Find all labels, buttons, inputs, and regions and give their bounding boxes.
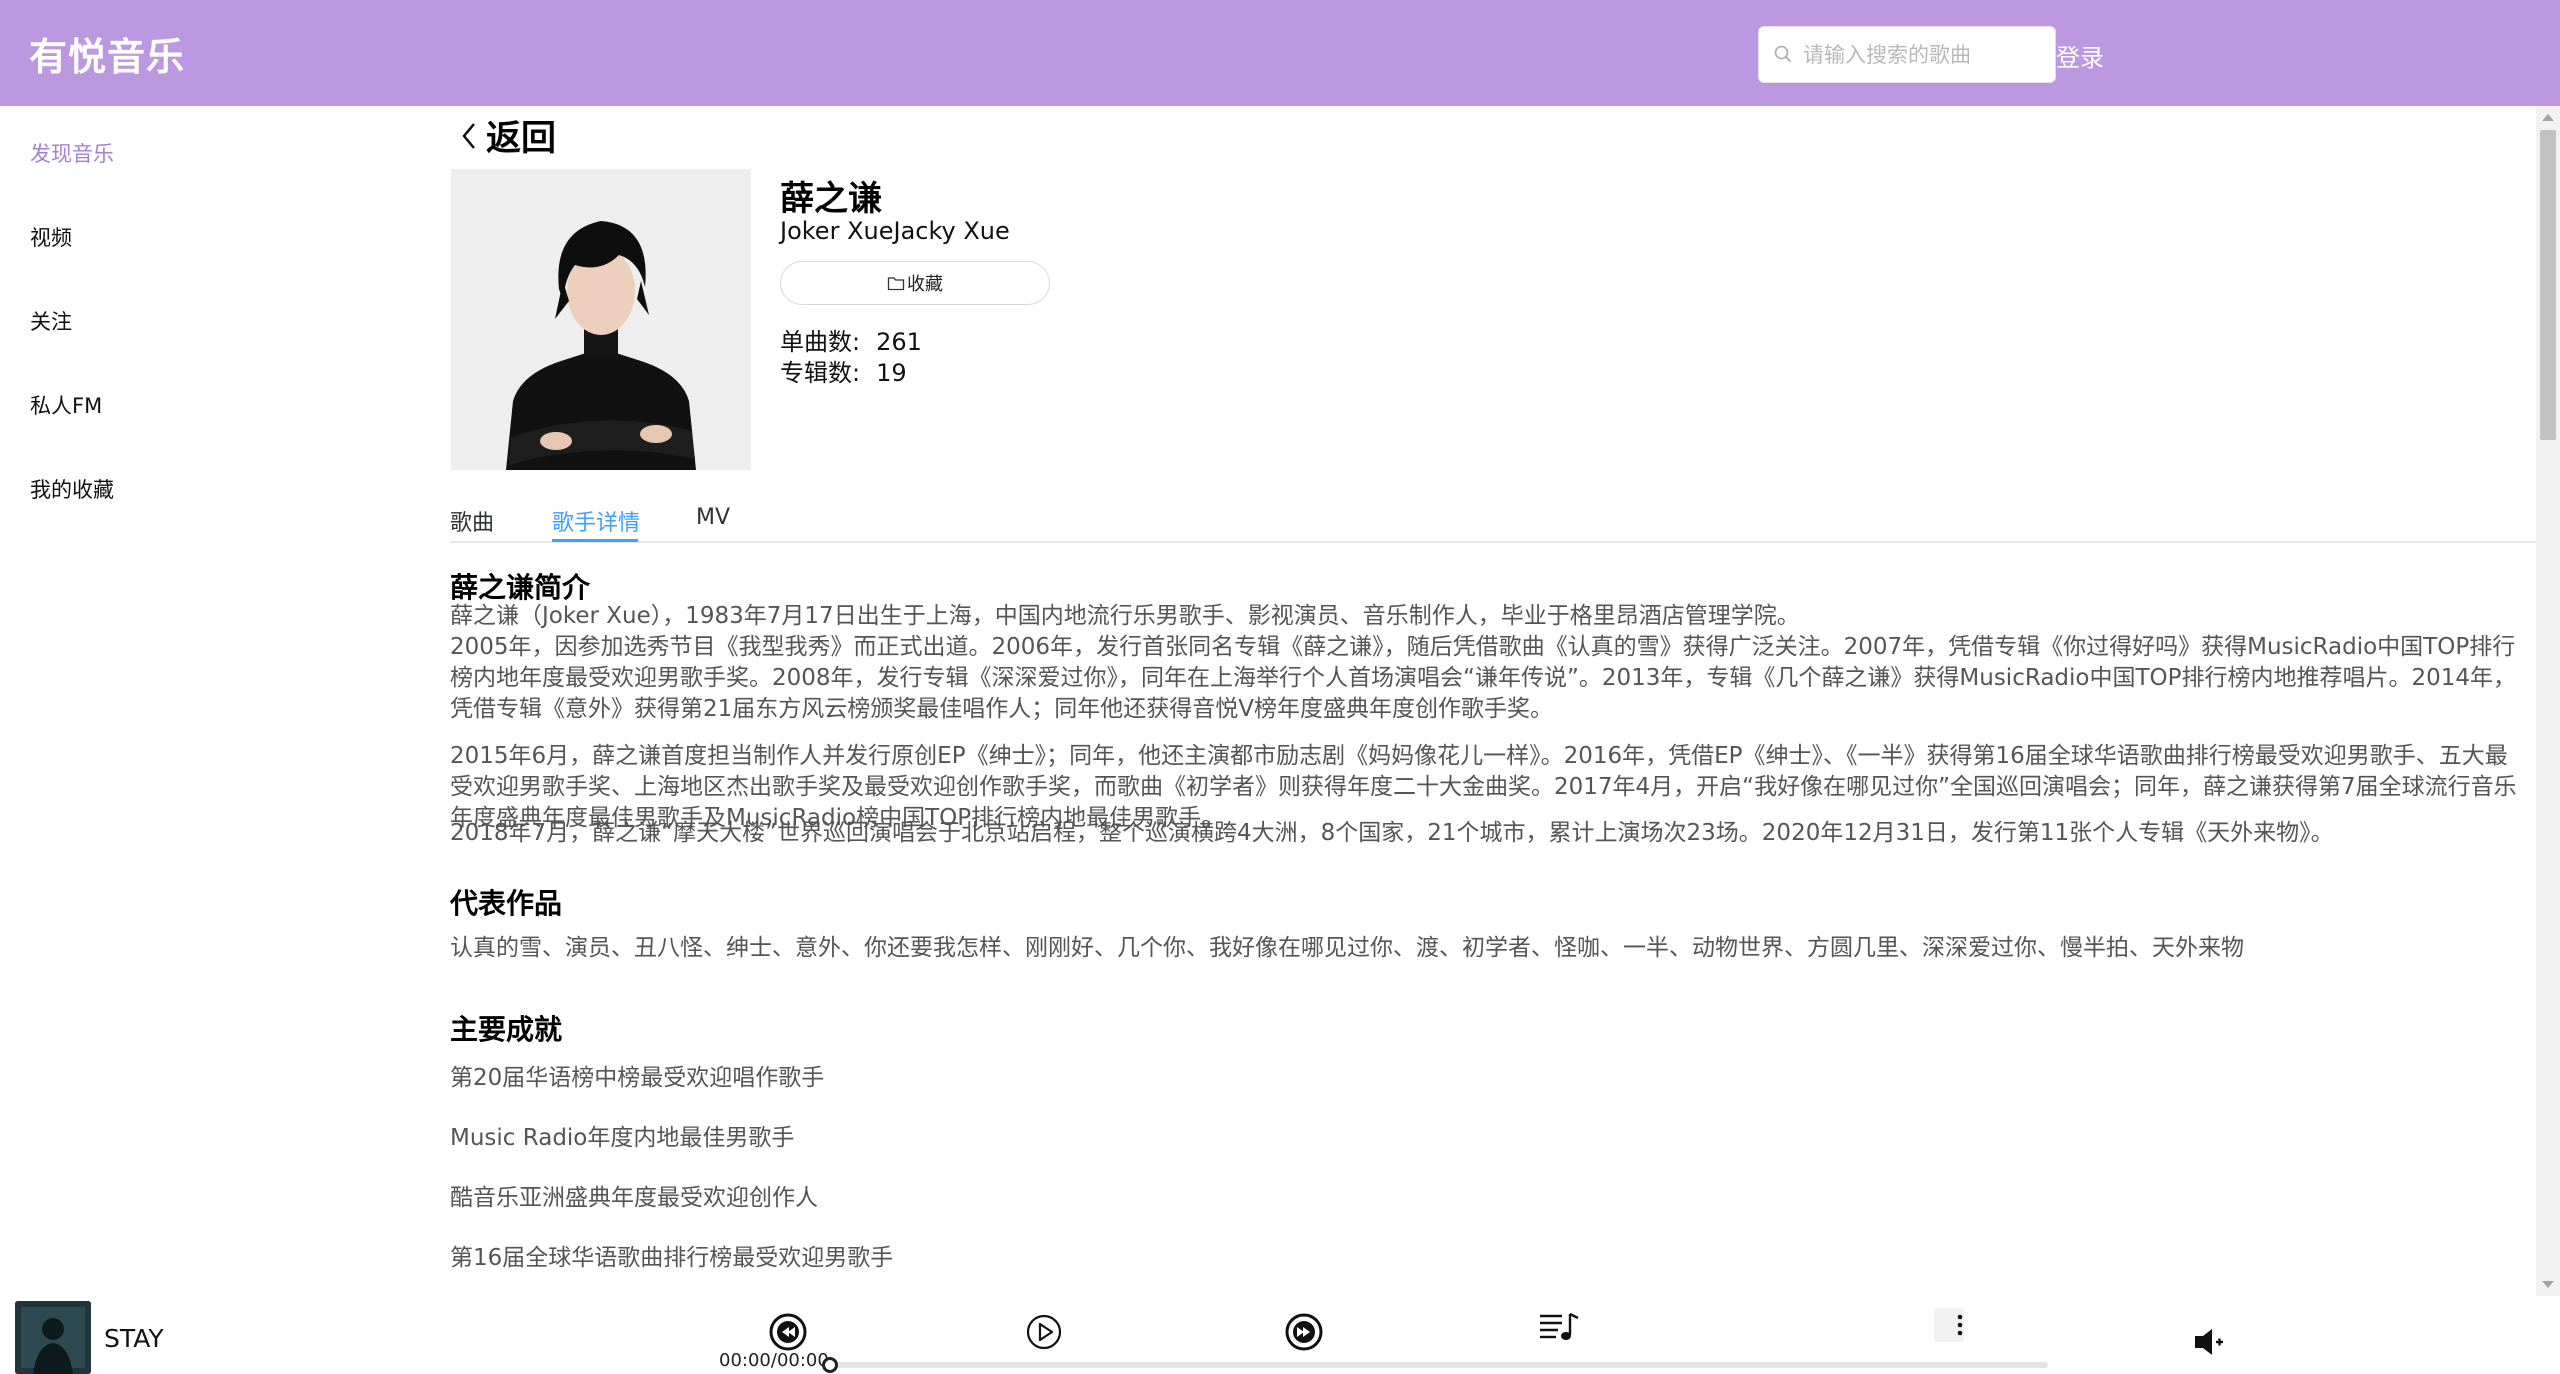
song-cover[interactable]: [15, 1301, 91, 1374]
tab-songs[interactable]: 歌曲: [450, 505, 494, 537]
songs-count-label: 单曲数:: [780, 328, 861, 356]
volume-icon[interactable]: [2192, 1326, 2226, 1358]
active-tab-indicator: [552, 539, 638, 542]
more-button[interactable]: [1934, 1308, 1964, 1342]
search-box[interactable]: [1758, 26, 2056, 83]
intro-title: 薛之谦简介: [450, 571, 591, 604]
favorite-button[interactable]: 收藏: [780, 261, 1050, 305]
scrollbar-thumb[interactable]: [2540, 130, 2556, 440]
top-header: 有悦音乐 登录: [0, 0, 2560, 106]
intro-paragraph: 2018年7月，薛之谦“摩天大楼”世界巡回演唱会于北京站启程，整个巡演横跨4大洲…: [450, 820, 2334, 846]
page-scrollbar[interactable]: [2536, 106, 2560, 1296]
scroll-up-icon[interactable]: [2542, 114, 2554, 121]
back-label: 返回: [486, 119, 557, 159]
sidebar-item-follow[interactable]: 关注: [30, 306, 72, 336]
works-title: 代表作品: [450, 887, 563, 920]
folder-icon: [887, 276, 905, 290]
artist-tabs: 歌曲 歌手详情 MV: [450, 491, 2536, 543]
song-name[interactable]: STAY: [104, 1324, 164, 1353]
progress-bar[interactable]: [822, 1357, 2048, 1373]
albums-count-value: 19: [876, 359, 907, 387]
songs-count: 单曲数: 261: [780, 322, 922, 357]
achievement-item: 第16届全球华语歌曲排行榜最受欢迎男歌手: [450, 1245, 894, 1271]
playlist-icon[interactable]: [1538, 1310, 1582, 1346]
chevron-left-icon: [462, 122, 475, 149]
login-link[interactable]: 登录: [2056, 38, 2104, 73]
main-content: 返回 薛之谦 Joker XueJacky Xue 收藏 单曲数: 261 专辑…: [450, 106, 2536, 1296]
sidebar-item-discover[interactable]: 发现音乐: [30, 138, 114, 168]
favorite-label: 收藏: [907, 274, 943, 295]
albums-count: 专辑数: 19: [780, 353, 907, 388]
sidebar-item-fm[interactable]: 私人FM: [30, 390, 102, 420]
artist-alias: Joker XueJacky Xue: [780, 217, 1010, 245]
play-icon[interactable]: [1024, 1312, 1064, 1352]
player-bar: STAY 00:00/00:00: [0, 1296, 2560, 1374]
app-logo[interactable]: 有悦音乐: [29, 26, 185, 81]
prev-icon[interactable]: [768, 1312, 808, 1352]
scroll-down-icon[interactable]: [2542, 1281, 2554, 1288]
songs-count-value: 261: [876, 328, 922, 356]
intro-paragraph: 2005年，因参加选秀节目《我型我秀》而正式出道。2006年，发行首张同名专辑《…: [450, 634, 2517, 722]
achievement-item: 酷音乐亚洲盛典年度最受欢迎创作人: [450, 1185, 818, 1211]
tab-artist-details[interactable]: 歌手详情: [552, 505, 640, 537]
artist-photo: [451, 169, 751, 470]
achievements-title: 主要成就: [450, 1013, 563, 1046]
tab-mv[interactable]: MV: [696, 505, 730, 530]
albums-count-label: 专辑数:: [780, 359, 861, 387]
intro-paragraph: 薛之谦（Joker Xue），1983年7月17日出生于上海，中国内地流行乐男歌…: [450, 603, 1800, 629]
search-input[interactable]: [1803, 39, 2043, 71]
artist-name: 薛之谦: [780, 179, 882, 219]
search-icon: [1774, 45, 1792, 63]
progress-knob[interactable]: [822, 1357, 838, 1373]
works-list: 认真的雪、演员、丑八怪、绅士、意外、你还要我怎样、刚刚好、几个你、我好像在哪见过…: [450, 935, 2244, 961]
sidebar-item-video[interactable]: 视频: [30, 222, 72, 252]
sidebar-item-favorites[interactable]: 我的收藏: [30, 474, 114, 504]
sidebar: 发现音乐 视频 关注 私人FM 我的收藏: [0, 106, 448, 1296]
back-button[interactable]: 返回: [456, 110, 556, 161]
achievement-item: 第20届华语榜中榜最受欢迎唱作歌手: [450, 1065, 825, 1091]
play-time: 00:00/00:00: [719, 1350, 829, 1371]
achievement-item: Music Radio年度内地最佳男歌手: [450, 1125, 795, 1151]
next-icon[interactable]: [1284, 1312, 1324, 1352]
more-icon: [1957, 1314, 1963, 1336]
